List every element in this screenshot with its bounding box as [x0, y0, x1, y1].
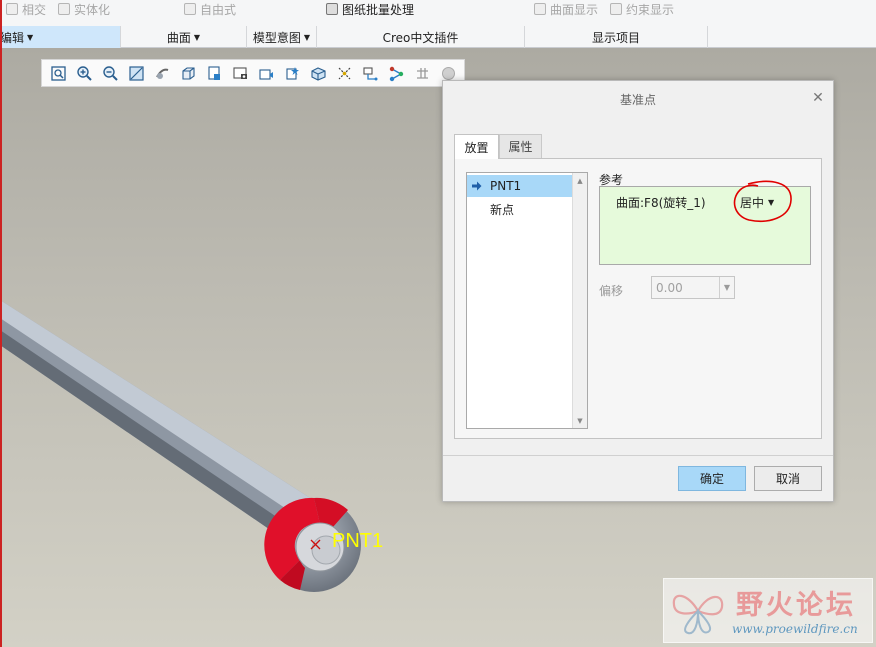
spin-center-icon[interactable]	[152, 63, 173, 84]
datum-display-icon[interactable]	[334, 63, 355, 84]
appearance-icon[interactable]	[308, 63, 329, 84]
scroll-down-icon[interactable]: ▼	[573, 413, 587, 428]
offset-label: 偏移	[599, 284, 624, 298]
zoom-out-icon[interactable]	[100, 63, 121, 84]
constraint-type-dropdown[interactable]: 居中 ▼	[740, 194, 774, 211]
freestyle-button[interactable]: 自由式	[184, 1, 236, 17]
repaint-icon[interactable]	[126, 63, 147, 84]
tab-placement[interactable]: 放置	[454, 134, 499, 159]
watermark-url: www.proewildfire.cn	[732, 622, 858, 636]
chevron-down-icon: ▼	[193, 32, 201, 42]
scroll-up-icon[interactable]: ▲	[573, 173, 587, 188]
ribbon: 相交 实体化 自由式 图纸批量处理 曲面显示 约束显示 编辑 ▼ 曲面 ▼ 模型…	[0, 0, 876, 48]
ok-button[interactable]: 确定	[678, 466, 746, 491]
window-edge	[0, 0, 2, 647]
reference-surface[interactable]: 曲面:F8(旋转_1)	[616, 194, 706, 211]
group-creo-plugin[interactable]: Creo中文插件	[317, 26, 525, 48]
arrow-right-icon	[472, 181, 482, 191]
group-surface[interactable]: 曲面 ▼	[121, 26, 247, 48]
chevron-down-icon: ▼	[27, 32, 34, 42]
references-collector[interactable]: 曲面:F8(旋转_1) 居中 ▼	[599, 186, 811, 265]
freestyle-icon	[184, 3, 196, 15]
tab-properties[interactable]: 属性	[499, 134, 542, 159]
intersect-icon	[6, 3, 18, 15]
shaft-body	[0, 300, 318, 540]
list-item-pnt1[interactable]: PNT1	[467, 175, 573, 197]
surface-display-icon	[534, 3, 546, 15]
divider	[443, 455, 833, 456]
surface-display-button[interactable]: 曲面显示	[534, 1, 598, 17]
section-icon[interactable]	[282, 63, 303, 84]
list-scrollbar[interactable]: ▲ ▼	[572, 173, 587, 428]
annotation-display-icon[interactable]	[360, 63, 381, 84]
constraint-display-icon	[610, 3, 622, 15]
close-icon[interactable]: ✕	[811, 91, 825, 105]
perspective-icon[interactable]	[256, 63, 277, 84]
datum-point-label[interactable]: PNT1	[332, 530, 383, 553]
chevron-down-icon[interactable]: ▼	[719, 277, 734, 298]
solidify-button[interactable]: 实体化	[58, 1, 110, 17]
dialog-title: 基准点	[619, 92, 656, 107]
constraint-display-button[interactable]: 约束显示	[610, 1, 674, 17]
graphics-toolbar	[41, 59, 465, 87]
cancel-button[interactable]: 取消	[754, 466, 822, 491]
chevron-down-icon: ▼	[303, 32, 311, 42]
list-item-new-point[interactable]: 新点	[467, 198, 573, 220]
chevron-down-icon: ▼	[768, 198, 775, 207]
zoom-in-icon[interactable]	[74, 63, 95, 84]
group-model-intent[interactable]: 模型意图 ▼	[247, 26, 317, 48]
view-manager-icon[interactable]	[230, 63, 251, 84]
placement-panel: PNT1 新点 ▲ ▼ 参考 曲面:F8(旋转_1) 居中 ▼ 偏移 0.00 …	[454, 158, 822, 439]
datum-point-dialog: 基准点 ✕ 放置 属性 PNT1 新点 ▲ ▼ 参考 曲面:F8(旋转_1) 居…	[442, 80, 834, 502]
intersect-button[interactable]: 相交	[6, 1, 46, 17]
network-icon[interactable]	[386, 63, 407, 84]
butterfly-logo-icon	[672, 594, 724, 635]
group-edit[interactable]: 编辑 ▼	[0, 26, 121, 48]
batch-drawing-button[interactable]: 图纸批量处理	[326, 1, 414, 17]
forum-watermark: 野火论坛 www.proewildfire.cn	[663, 578, 873, 643]
display-style-icon[interactable]	[178, 63, 199, 84]
batch-drawing-icon	[326, 3, 338, 15]
refit-icon[interactable]	[48, 63, 69, 84]
offset-field[interactable]: 0.00 ▼	[651, 276, 735, 299]
watermark-title: 野火论坛	[736, 590, 856, 621]
ribbon-group-row: 编辑 ▼ 曲面 ▼ 模型意图 ▼ Creo中文插件 显示项目	[0, 26, 876, 48]
datum-point-list[interactable]: PNT1 新点 ▲ ▼	[466, 172, 588, 429]
solidify-icon	[58, 3, 70, 15]
saved-orientations-icon[interactable]	[204, 63, 225, 84]
ruler-icon[interactable]	[412, 63, 433, 84]
group-display-items[interactable]: 显示项目	[525, 26, 708, 48]
ribbon-command-row: 相交 实体化 自由式 图纸批量处理 曲面显示 约束显示	[0, 0, 876, 22]
